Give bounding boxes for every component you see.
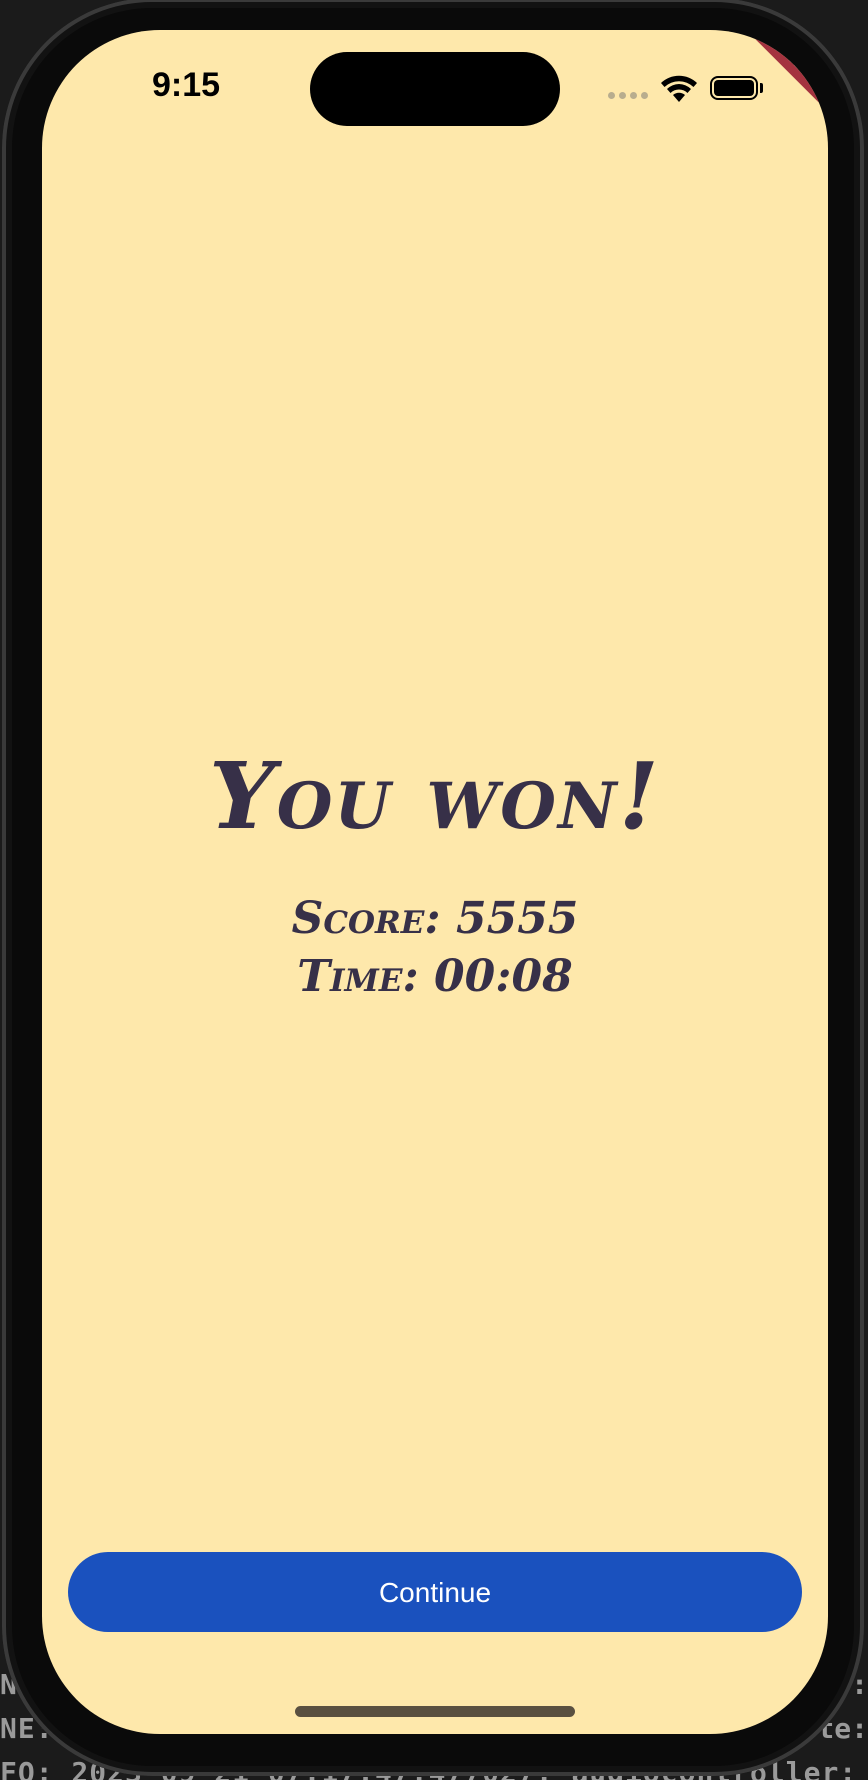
score-label: Score: 5555 <box>291 893 579 944</box>
phone-frame: 9:15 DEBUG You won! Score: 5555 Time: 00… <box>2 0 864 1776</box>
home-indicator[interactable] <box>295 1706 575 1717</box>
win-title: You won! <box>209 742 661 850</box>
debug-banner: DEBUG <box>688 30 828 170</box>
app-screen: 9:15 DEBUG You won! Score: 5555 Time: 00… <box>42 30 828 1734</box>
debug-banner-label: DEBUG <box>721 30 828 147</box>
status-bar-time: 9:15 <box>152 66 221 104</box>
cellular-signal-icon <box>608 92 648 99</box>
time-label: Time: 00:08 <box>297 951 573 1002</box>
simulator-window: N NE: FO: 2023-09-21 07:17:47.477027: au… <box>0 0 868 1780</box>
game-over-panel: You won! Score: 5555 Time: 00:08 <box>42 750 828 1006</box>
continue-button[interactable]: Continue <box>68 1552 802 1632</box>
stats-block: Score: 5555 Time: 00:08 <box>42 890 828 1006</box>
dynamic-island <box>310 52 560 126</box>
